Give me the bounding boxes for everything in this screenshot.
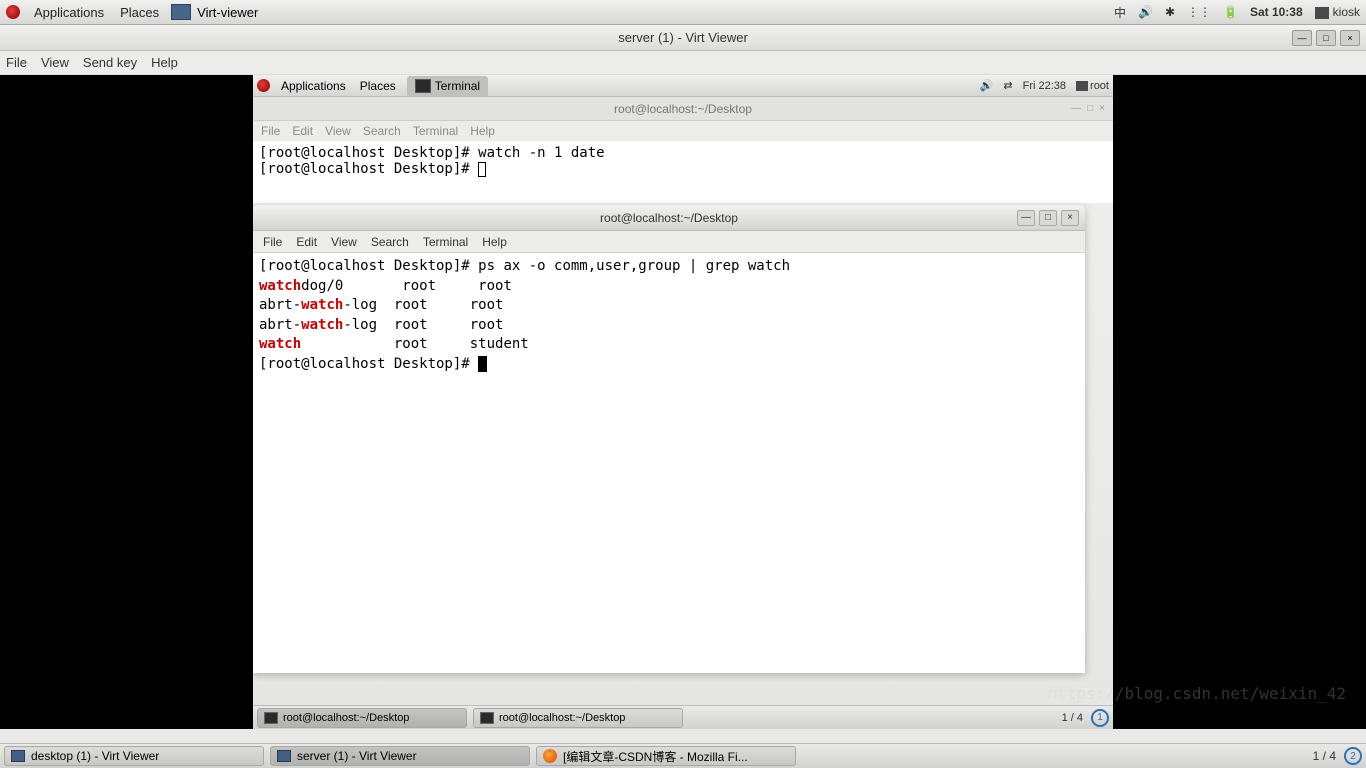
vv-menu-file[interactable]: File [6,55,27,70]
bluetooth-icon[interactable]: ✱ [1165,5,1175,19]
bg-terminal-output[interactable]: [root@localhost Desktop]# watch -n 1 dat… [253,141,1113,203]
guest-taskbar-item-label: root@localhost:~/Desktop [499,712,625,724]
guest-redhat-icon [257,79,270,92]
input-method-icon[interactable]: 中 [1114,4,1126,21]
bg-menu-help[interactable]: Help [470,124,495,138]
vv-menu-view[interactable]: View [41,55,69,70]
wifi-icon[interactable]: ⋮⋮ [1187,5,1211,19]
bg-menu-edit[interactable]: Edit [292,124,313,138]
bg-maximize-button[interactable]: □ [1087,103,1093,114]
terminal-icon [415,79,431,93]
host-taskbar-item-label: [编辑文章-CSDN博客 - Mozilla Fi... [563,748,748,765]
guest-active-app[interactable]: Terminal [407,76,488,96]
host-taskbar-item-3[interactable]: [编辑文章-CSDN博客 - Mozilla Fi... [536,746,796,766]
vv-menu-help[interactable]: Help [151,55,178,70]
guest-network-icon[interactable]: ⇄ [1003,79,1012,92]
terminal-icon [480,712,494,724]
fg-terminal-output[interactable]: [root@localhost Desktop]# ps ax -o comm,… [253,253,1085,673]
terminal-window-foreground[interactable]: root@localhost:~/Desktop — □ × File Edit… [253,205,1085,673]
fg-terminal-titlebar[interactable]: root@localhost:~/Desktop — □ × [253,205,1085,231]
bg-terminal-menubar: File Edit View Search Terminal Help [253,121,1113,141]
guest-viewport: Applications Places Terminal 🔊 ⇄ Fri 22:… [0,75,1366,729]
guest-taskbar-item-2[interactable]: root@localhost:~/Desktop [473,708,683,728]
guest-taskbar-item-label: root@localhost:~/Desktop [283,712,409,724]
host-places-menu[interactable]: Places [112,5,167,20]
bg-minimize-button[interactable]: — [1071,103,1081,114]
terminal-icon [264,712,278,724]
guest-tray: 🔊 ⇄ Fri 22:38 root [980,79,1109,92]
host-user[interactable]: kiosk [1315,5,1360,19]
fg-menu-view[interactable]: View [331,235,357,249]
virt-viewer-icon [11,750,25,762]
virt-viewer-title: server (1) - Virt Viewer [618,30,748,45]
host-active-app-label: Virt-viewer [197,5,258,20]
fg-menu-help[interactable]: Help [482,235,507,249]
virt-viewer-menubar: File View Send key Help [0,51,1366,75]
terminal-window-background[interactable]: root@localhost:~/Desktop — □ × File Edit… [253,97,1113,203]
battery-icon[interactable]: 🔋 [1223,5,1238,19]
virt-viewer-titlebar[interactable]: server (1) - Virt Viewer — □ × [0,25,1366,51]
bg-terminal-titlebar[interactable]: root@localhost:~/Desktop — □ × [253,97,1113,121]
guest-taskbar-item-1[interactable]: root@localhost:~/Desktop [257,708,467,728]
guest-active-app-label: Terminal [435,79,480,93]
guest-top-panel: Applications Places Terminal 🔊 ⇄ Fri 22:… [253,75,1113,97]
fg-maximize-button[interactable]: □ [1039,210,1057,226]
bg-menu-search[interactable]: Search [363,124,401,138]
bg-menu-terminal[interactable]: Terminal [413,124,458,138]
close-button[interactable]: × [1340,30,1360,46]
virt-viewer-window: server (1) - Virt Viewer — □ × File View… [0,25,1366,743]
virt-viewer-icon [171,4,191,20]
bg-menu-file[interactable]: File [261,124,280,138]
guest-desktop[interactable]: Applications Places Terminal 🔊 ⇄ Fri 22:… [253,75,1113,729]
monitor-icon [1076,81,1088,91]
host-workspace-bubble[interactable]: 2 [1344,747,1362,765]
bg-terminal-title: root@localhost:~/Desktop [614,102,752,116]
volume-icon[interactable]: 🔊 [1138,5,1153,19]
guest-workspace-bubble[interactable]: 1 [1091,709,1109,727]
guest-applications-menu[interactable]: Applications [274,79,353,93]
fg-menu-terminal[interactable]: Terminal [423,235,468,249]
maximize-button[interactable]: □ [1316,30,1336,46]
host-clock[interactable]: Sat 10:38 [1250,5,1303,19]
fg-menu-search[interactable]: Search [371,235,409,249]
fg-menu-file[interactable]: File [263,235,282,249]
virt-viewer-icon [277,750,291,762]
host-active-app[interactable]: Virt-viewer [171,4,258,20]
firefox-icon [543,749,557,763]
host-taskbar-item-label: desktop (1) - Virt Viewer [31,749,159,763]
host-top-panel: Applications Places Virt-viewer 中 🔊 ✱ ⋮⋮… [0,0,1366,25]
fg-minimize-button[interactable]: — [1017,210,1035,226]
fg-terminal-title: root@localhost:~/Desktop [600,211,738,225]
redhat-icon [6,5,20,19]
host-bottom-taskbar: desktop (1) - Virt Viewer server (1) - V… [0,743,1366,768]
host-taskbar-item-2[interactable]: server (1) - Virt Viewer [270,746,530,766]
guest-clock[interactable]: Fri 22:38 [1023,80,1066,92]
cursor-outline-icon [478,162,486,177]
fg-menu-edit[interactable]: Edit [296,235,317,249]
cursor-block-icon [478,356,487,372]
host-workspace-indicator[interactable]: 1 / 4 [1313,749,1336,763]
host-taskbar-item-label: server (1) - Virt Viewer [297,749,417,763]
fg-close-button[interactable]: × [1061,210,1079,226]
minimize-button[interactable]: — [1292,30,1312,46]
host-applications-menu[interactable]: Applications [26,5,112,20]
vv-menu-sendkey[interactable]: Send key [83,55,137,70]
guest-volume-icon[interactable]: 🔊 [980,79,994,92]
guest-workspace-indicator[interactable]: 1 / 4 [1062,712,1083,724]
fg-terminal-menubar: File Edit View Search Terminal Help [253,231,1085,253]
guest-places-menu[interactable]: Places [353,79,403,93]
guest-bottom-taskbar: root@localhost:~/Desktop root@localhost:… [253,705,1113,729]
host-tray: 中 🔊 ✱ ⋮⋮ 🔋 Sat 10:38 kiosk [1114,4,1360,21]
bg-menu-view[interactable]: View [325,124,351,138]
bg-close-button[interactable]: × [1099,103,1105,114]
host-taskbar-item-1[interactable]: desktop (1) - Virt Viewer [4,746,264,766]
guest-user[interactable]: root [1076,80,1109,92]
monitor-icon [1315,7,1329,19]
